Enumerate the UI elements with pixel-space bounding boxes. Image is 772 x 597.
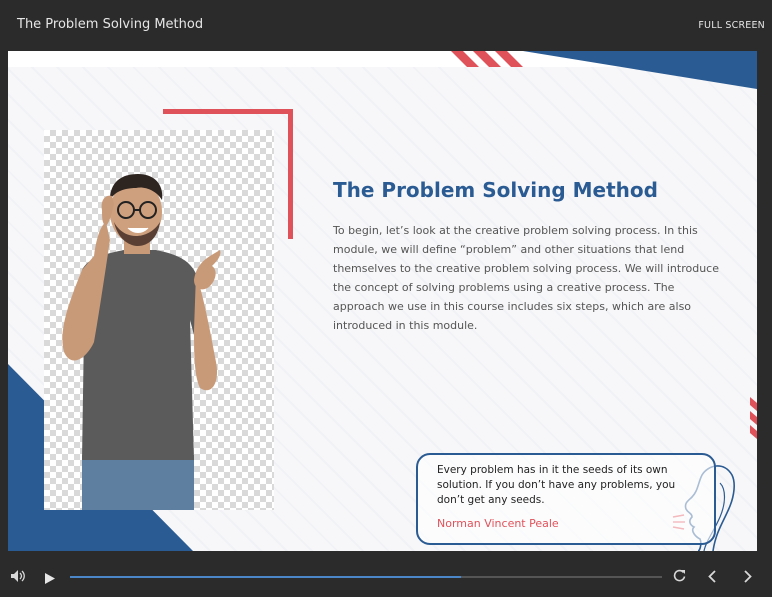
corner-blue-top-right <box>523 51 757 89</box>
replay-icon[interactable] <box>673 569 686 585</box>
stripe-red-right-3 <box>750 425 757 439</box>
quote-author: Norman Vincent Peale <box>437 517 559 530</box>
quote-text: Every problem has in it the seeds of its… <box>437 464 676 506</box>
person-right-arm <box>194 274 218 391</box>
slide-heading: The Problem Solving Method <box>333 178 658 202</box>
slide-body-text: To begin, let’s look at the creative pro… <box>333 224 719 332</box>
person-image <box>62 174 221 510</box>
presenter-photo <box>44 130 274 510</box>
stripe-red-right-1 <box>750 397 757 411</box>
stripe-red-1 <box>451 51 479 67</box>
player-controls <box>0 552 772 597</box>
stripe-red-2 <box>473 51 501 67</box>
chevron-right-icon[interactable] <box>744 568 752 588</box>
chevron-left-icon[interactable] <box>708 568 716 588</box>
slide-stage: The Problem Solving Method To begin, let… <box>8 51 757 551</box>
stripe-red-right-2 <box>750 411 757 425</box>
person-right-hand <box>194 250 221 290</box>
progress-fill <box>70 576 461 578</box>
fullscreen-button[interactable]: FULL SCREEN <box>698 20 765 31</box>
stripe-red-3 <box>495 51 523 67</box>
progress-bar[interactable] <box>70 576 662 578</box>
person-jeans <box>82 455 194 510</box>
play-icon[interactable] <box>45 571 55 587</box>
course-title: The Problem Solving Method <box>17 17 204 32</box>
volume-icon[interactable] <box>11 569 25 582</box>
player-header: The Problem Solving Method FULL SCREEN <box>0 0 772 50</box>
